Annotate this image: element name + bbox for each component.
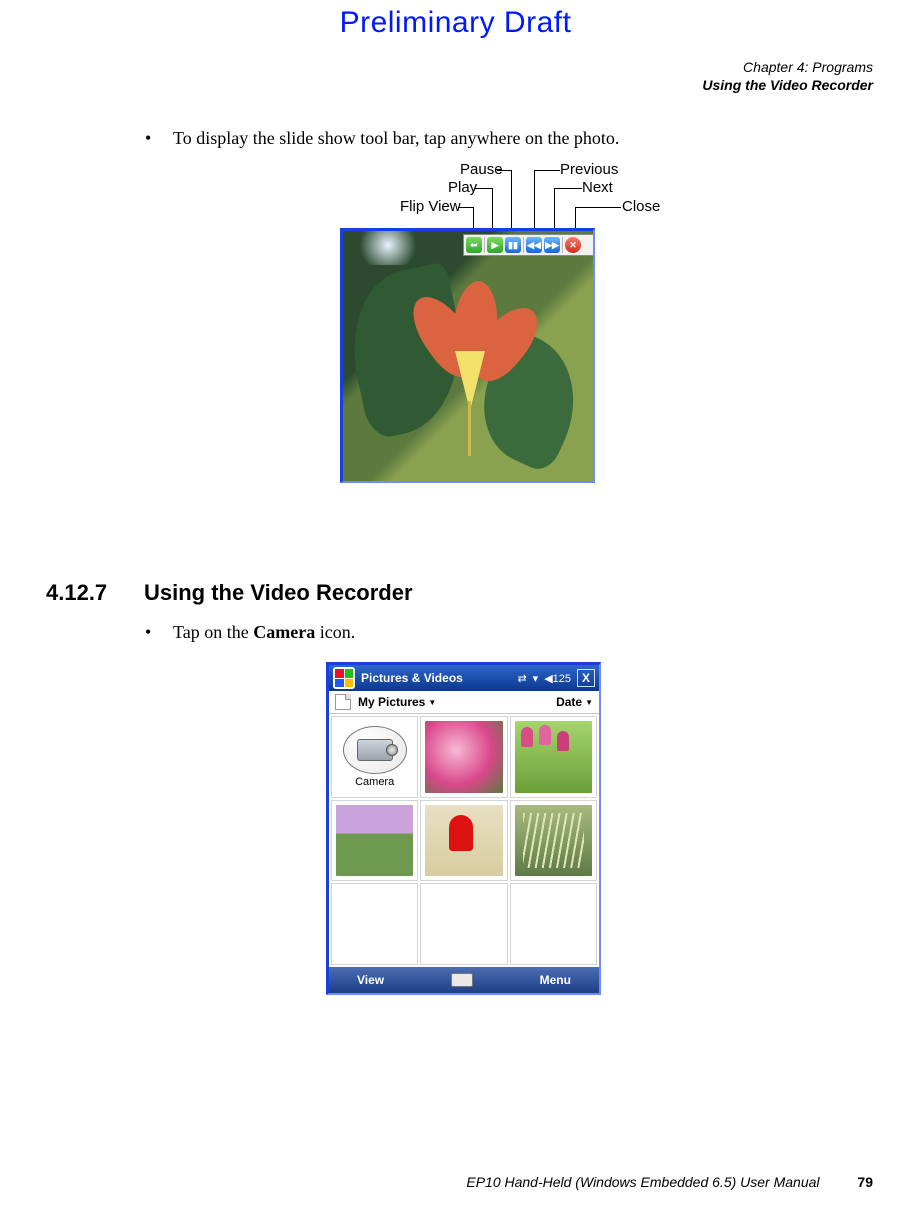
window-close-glyph: X [582,671,590,685]
camera-cell[interactable]: Camera [331,716,418,798]
flip-view-button[interactable]: ➥ [466,237,482,253]
window-bottom-bar: View Menu [329,967,599,993]
window-titlebar: Pictures & Videos ⇄ ▾ ◀125 X [329,665,599,691]
close-icon: ✕ [569,241,577,250]
empty-cell [331,883,418,965]
section-title: Using the Video Recorder [144,580,413,605]
bullet-1-text: To display the slide show tool bar, tap … [173,128,619,148]
pause-icon: ▮▮ [508,241,518,250]
camera-label: Camera [355,776,394,788]
callout-next: Next [582,179,613,196]
thumbnail[interactable] [510,716,597,798]
camera-icon [343,726,407,774]
bullet-2-text-c: icon. [315,622,355,642]
callout-previous: Previous [560,161,618,178]
flip-view-icon: ➥ [470,241,478,250]
folder-name: My Pictures [358,695,425,709]
signal-icon[interactable]: ▾ [533,672,539,685]
thumbnail[interactable] [510,800,597,882]
folder-dropdown[interactable]: My Pictures ▼ [335,694,436,710]
thumbnail-grid: Camera [329,714,599,967]
close-button[interactable]: ✕ [565,237,581,253]
thumbnail[interactable] [420,716,507,798]
callout-flip-view: Flip View [400,198,461,215]
sort-dropdown[interactable]: Date ▼ [556,695,593,709]
window-close-button[interactable]: X [577,669,595,687]
slideshow-toolbar: ➥ ▶ ▮▮ ◀◀ ▶▶ ✕ [463,234,595,256]
bullet-dot: • [145,620,173,644]
chevron-down-icon: ▼ [428,698,436,707]
section-heading: 4.12.7Using the Video Recorder [46,580,413,606]
bullet-2-text-b: Camera [253,622,315,642]
sort-name: Date [556,695,582,709]
thumbnail[interactable] [420,800,507,882]
next-icon: ▶▶ [545,241,559,250]
empty-cell [420,883,507,965]
chapter-line-2: Using the Video Recorder [702,77,873,95]
bullet-1: •To display the slide show tool bar, tap… [145,126,911,150]
folder-icon [335,694,351,710]
bullet-2-text-a: Tap on the [173,622,253,642]
chapter-line-1: Chapter 4: Programs [702,59,873,77]
pause-button[interactable]: ▮▮ [505,237,521,253]
slideshow-photo[interactable]: ➥ ▶ ▮▮ ◀◀ ▶▶ ✕ [340,228,595,483]
chevron-down-icon: ▼ [585,698,593,707]
preliminary-draft-heading: Preliminary Draft [0,6,911,40]
previous-button[interactable]: ◀◀ [526,237,542,253]
play-icon: ▶ [492,241,499,250]
toolbar-separator [484,237,485,253]
previous-icon: ◀◀ [527,241,541,250]
volume-icon[interactable]: ◀125 [544,672,571,685]
pictures-videos-window: Pictures & Videos ⇄ ▾ ◀125 X My Pictures… [326,662,601,995]
next-button[interactable]: ▶▶ [544,237,560,253]
page-number: 79 [857,1174,873,1190]
toolbar-separator [523,237,524,253]
slideshow-figure: ➥ ▶ ▮▮ ◀◀ ▶▶ ✕ [340,228,650,538]
start-icon[interactable] [333,667,355,689]
page-footer: EP10 Hand-Held (Windows Embedded 6.5) Us… [466,1174,873,1190]
callout-close: Close [622,198,660,215]
bullet-2: •Tap on the Camera icon. [145,620,911,644]
bullet-dot: • [145,126,173,150]
section-number: 4.12.7 [46,580,144,606]
callout-play: Play [448,179,477,196]
chapter-header: Chapter 4: Programs Using the Video Reco… [702,59,873,94]
window-title: Pictures & Videos [361,671,463,685]
play-button[interactable]: ▶ [487,237,503,253]
toolbar-separator [562,237,563,253]
thumbnail[interactable] [331,800,418,882]
empty-cell [510,883,597,965]
keyboard-icon[interactable] [451,973,473,987]
connectivity-icon[interactable]: ⇄ [517,672,526,685]
menu-softkey[interactable]: Menu [540,973,571,987]
folder-bar: My Pictures ▼ Date ▼ [329,691,599,714]
footer-text: EP10 Hand-Held (Windows Embedded 6.5) Us… [466,1174,819,1190]
view-softkey[interactable]: View [357,973,384,987]
